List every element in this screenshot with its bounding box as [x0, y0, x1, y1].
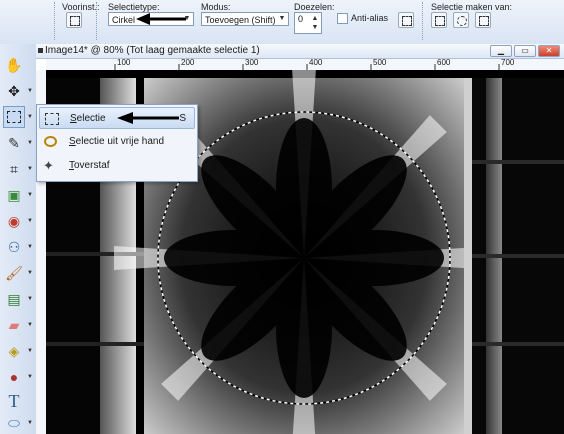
image-window: Image14* @ 80% (Tot laag gemaakte select… — [36, 44, 564, 434]
tool-options-bar: Voorinst.: Selectietype: Cirkel ▼ Modus:… — [0, 0, 564, 45]
picture-fill-icon[interactable]: ● — [3, 366, 25, 388]
annotation-arrow-icon — [117, 112, 179, 124]
chevron-down-icon: ▼ — [278, 15, 286, 22]
chevron-down-icon[interactable]: ▼ — [27, 166, 33, 172]
chevron-down-icon[interactable]: ▼ — [27, 270, 33, 276]
chevron-down-icon[interactable]: ▼ — [27, 114, 33, 120]
flood-fill-icon[interactable]: ◈ — [3, 340, 25, 362]
magic-wand-icon: ✦ — [43, 158, 54, 173]
document-icon — [38, 48, 43, 53]
feather-label: Doezelen: — [294, 2, 335, 12]
options-separator — [422, 2, 423, 40]
ruler-label: 100 — [117, 58, 131, 67]
selection-type-value: Cirkel — [112, 15, 136, 25]
make-selection-button-1[interactable] — [431, 12, 447, 28]
antialias-label: Anti-alias — [351, 13, 389, 23]
maximize-button[interactable]: ▭ — [514, 45, 536, 57]
chevron-down-icon[interactable]: ▼ — [27, 140, 33, 146]
selection-tool-flyout: Selectie S Selectie uit vrije hand ✦ Tov… — [36, 104, 198, 182]
mode-dropdown[interactable]: Toevoegen (Shift) ▼ — [201, 12, 289, 26]
picture-tube-icon[interactable]: ▣ — [3, 184, 25, 206]
close-button[interactable]: ✕ — [538, 45, 560, 57]
make-selection-label: Selectie maken van: — [431, 2, 513, 12]
chevron-down-icon[interactable]: ▼ — [27, 88, 33, 94]
minimize-button[interactable]: ▁ — [490, 45, 512, 57]
ruler-label: 200 — [181, 58, 195, 67]
options-separator — [54, 2, 55, 40]
preset-label: Voorinst.: — [62, 2, 100, 12]
chevron-down-icon[interactable]: ▼ — [27, 296, 33, 302]
pan-icon[interactable]: ✋ — [3, 54, 25, 76]
chevron-down-icon[interactable]: ▼ — [27, 374, 33, 380]
feather-spinbox[interactable]: 0 ▲ ▼ — [294, 12, 322, 34]
shape-icon[interactable]: ⬭ — [3, 412, 25, 434]
chevron-down-icon[interactable]: ▼ — [27, 322, 33, 328]
make-selection-button-3[interactable] — [475, 12, 491, 28]
menu-item-label: overstaf — [74, 160, 110, 171]
image-window-titlebar[interactable]: Image14* @ 80% (Tot laag gemaakte select… — [36, 44, 564, 59]
ruler-label: 600 — [437, 58, 451, 67]
feather-value: 0 — [298, 14, 304, 24]
spin-down-icon[interactable]: ▼ — [310, 23, 320, 33]
eraser-icon[interactable]: ▰ — [3, 314, 25, 336]
menu-item-label: electie uit vrije hand — [75, 136, 165, 147]
mode-label: Modus: — [201, 2, 231, 12]
selection-type-label: Selectietype: — [108, 2, 160, 12]
clone-icon[interactable]: ⚇ — [3, 236, 25, 258]
annotation-arrow-icon — [136, 13, 186, 25]
red-eye-icon[interactable]: ◉ — [3, 210, 25, 232]
mode-value: Toevoegen (Shift) — [205, 15, 276, 25]
image-window-title: Image14* @ 80% (Tot laag gemaakte select… — [45, 45, 260, 56]
tools-toolbar: ✋ ✥ ▼ ▼ ✎ ▼ ⌗ ▼ ▣ ▼ ◉ ▼ ⚇ ▼ 🖌 ▼ ▤ ▼ ▰ ▼ ◈ ▼ ● ▼ T ⬭… — [0, 44, 37, 434]
chevron-down-icon[interactable]: ▼ — [27, 420, 33, 426]
chevron-down-icon[interactable]: ▼ — [27, 244, 33, 250]
menu-item-accel: S — [70, 113, 77, 124]
menu-item-magic-wand[interactable]: ✦ Toverstaf — [39, 155, 195, 177]
eyedropper-icon[interactable]: ✎ — [3, 132, 25, 154]
selection-option-button[interactable] — [398, 12, 414, 28]
menu-item-freehand-selection[interactable]: Selectie uit vrije hand — [39, 131, 195, 153]
ruler-label: 500 — [373, 58, 387, 67]
menu-item-shortcut: S — [179, 113, 186, 124]
ruler-label: 300 — [245, 58, 259, 67]
make-selection-button-2[interactable] — [453, 12, 469, 28]
chevron-down-icon[interactable]: ▼ — [27, 348, 33, 354]
rectangle-selection-icon — [45, 113, 59, 125]
selection-icon[interactable] — [3, 106, 25, 128]
lasso-icon — [44, 136, 57, 147]
antialias-checkbox[interactable] — [337, 13, 348, 24]
ruler-label: 400 — [309, 58, 323, 67]
chevron-down-icon[interactable]: ▼ — [27, 192, 33, 198]
menu-item-accel: S — [69, 136, 76, 147]
ruler-label: 700 — [501, 58, 515, 67]
text-icon[interactable]: T — [3, 390, 25, 412]
options-separator — [96, 2, 97, 40]
paint-brush-icon[interactable]: 🖌 — [3, 262, 25, 284]
menu-item-label: electie — [76, 113, 106, 124]
move-icon[interactable]: ✥ — [3, 80, 25, 102]
chevron-down-icon[interactable]: ▼ — [27, 218, 33, 224]
color-replace-icon[interactable]: ▤ — [3, 288, 25, 310]
preset-button[interactable] — [66, 12, 82, 28]
crop-icon[interactable]: ⌗ — [3, 158, 25, 180]
